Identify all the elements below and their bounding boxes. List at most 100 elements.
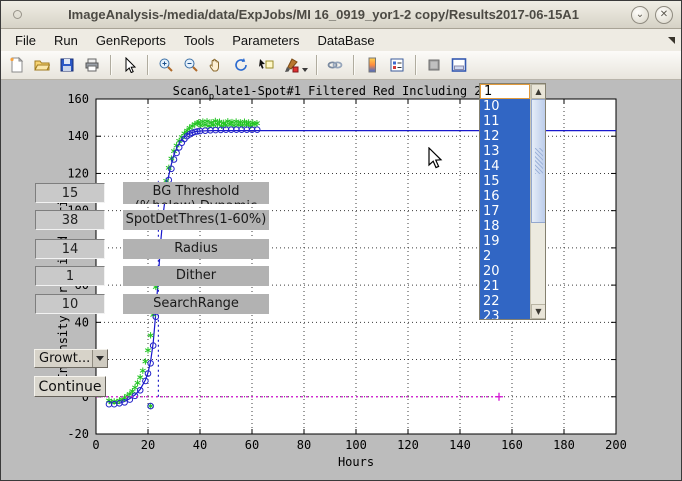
listbox-item-2[interactable]: 2: [480, 249, 530, 264]
zoom-in-icon: [158, 57, 174, 73]
bg-threshold-label-button[interactable]: BG Threshold(%below) Dynamic: [123, 182, 269, 204]
listbox-item-12[interactable]: 12: [480, 129, 530, 144]
figure-area: Scan6plate1-Spot#1 Filtered Red Includin…: [1, 80, 681, 479]
print-button[interactable]: [80, 53, 104, 77]
menu-parameters[interactable]: Parameters: [223, 31, 308, 50]
toolbar-separator: [110, 55, 111, 75]
menu-database[interactable]: DataBase: [308, 31, 383, 50]
listbox-item-17[interactable]: 17: [480, 204, 530, 219]
toolbar-separator: [147, 55, 148, 75]
plot-title-text: Scan6: [173, 84, 209, 98]
close-icon: ✕: [660, 9, 668, 20]
radius-input[interactable]: [35, 239, 105, 259]
zoom-in-button[interactable]: [154, 53, 178, 77]
toolbar: [1, 51, 681, 80]
listbox-item-13[interactable]: 13: [480, 144, 530, 159]
listbox-item-10[interactable]: 10: [480, 99, 530, 114]
growth-model-dropdown[interactable]: Growt...: [34, 349, 108, 368]
bg-threshold-input[interactable]: [35, 183, 105, 203]
dither-input[interactable]: [35, 266, 105, 286]
listbox-item-15[interactable]: 15: [480, 174, 530, 189]
listbox-item-20[interactable]: 20: [480, 264, 530, 279]
listbox-item-16[interactable]: 16: [480, 189, 530, 204]
zoom-out-button[interactable]: [179, 53, 203, 77]
new-file-button[interactable]: [5, 53, 29, 77]
x-axis-label: Hours: [338, 455, 374, 469]
rotate-3d-icon: [233, 57, 249, 73]
scroll-down-icon[interactable]: ▼: [531, 304, 546, 319]
pointer-button[interactable]: [117, 53, 141, 77]
data-cursor-button[interactable]: [254, 53, 278, 77]
menu-overflow-icon[interactable]: [668, 37, 675, 44]
scrollbar-thumb[interactable]: [531, 99, 546, 223]
continue-button[interactable]: Continue: [34, 376, 106, 397]
listbox-item-22[interactable]: 22: [480, 294, 530, 309]
scan-listbox[interactable]: 110111213141516171819220212223 ▲ ▼: [479, 83, 546, 320]
listbox-item-1[interactable]: 1: [480, 84, 530, 99]
insert-colorbar-button[interactable]: [360, 53, 384, 77]
spotdetthres-input[interactable]: [35, 210, 105, 230]
brush-dropdown-icon[interactable]: [302, 68, 308, 72]
listbox-item-19[interactable]: 19: [480, 234, 530, 249]
searchrange-input[interactable]: [35, 294, 105, 314]
listbox-item-11[interactable]: 11: [480, 114, 530, 129]
window-icon[interactable]: [13, 10, 22, 19]
listbox-item-18[interactable]: 18: [480, 219, 530, 234]
menu-bar: FileRunGenReportsToolsParametersDataBase: [1, 29, 681, 51]
open-file-icon: [34, 57, 50, 73]
hide-plot-tools-button[interactable]: [422, 53, 446, 77]
chevron-down-icon: [96, 356, 104, 361]
listbox-item-14[interactable]: 14: [480, 159, 530, 174]
x-tick-label: 100: [345, 438, 367, 452]
close-button[interactable]: ✕: [655, 6, 673, 24]
link-plots-button[interactable]: [323, 53, 347, 77]
searchrange-label-button[interactable]: SearchRange: [123, 294, 269, 314]
listbox-item-23[interactable]: 23: [480, 309, 530, 320]
y-tick-label: 140: [67, 129, 89, 143]
menu-genreports[interactable]: GenReports: [87, 31, 175, 50]
spotdetthres-label-button[interactable]: SpotDetThres(1-60%): [123, 210, 269, 230]
x-tick-label: 60: [245, 438, 259, 452]
pointer-icon: [121, 57, 137, 73]
new-file-icon: [9, 57, 25, 73]
show-plot-tools-button[interactable]: [447, 53, 471, 77]
x-tick-label: 0: [92, 438, 99, 452]
mouse-cursor-icon: [425, 147, 445, 171]
save-file-icon: [59, 57, 75, 73]
insert-legend-button[interactable]: [385, 53, 409, 77]
toolbar-separator: [353, 55, 354, 75]
menu-tools[interactable]: Tools: [175, 31, 223, 50]
menu-run[interactable]: Run: [45, 31, 87, 50]
growth-model-dropdown-label: Growt...: [35, 351, 92, 366]
x-tick-label: 200: [605, 438, 627, 452]
hide-plot-tools-icon: [426, 57, 442, 73]
brush-button[interactable]: [279, 53, 303, 77]
link-plots-icon: [327, 57, 343, 73]
listbox-item-21[interactable]: 21: [480, 279, 530, 294]
rotate-3d-button[interactable]: [229, 53, 253, 77]
scroll-up-icon[interactable]: ▲: [531, 84, 546, 99]
listbox-scrollbar[interactable]: ▲ ▼: [530, 84, 545, 319]
x-tick-label: 120: [397, 438, 419, 452]
menu-file[interactable]: File: [6, 31, 45, 50]
insert-legend-icon: [389, 57, 405, 73]
dropdown-arrow-box[interactable]: [92, 350, 107, 367]
insert-colorbar-icon: [364, 57, 380, 73]
x-tick-label: 80: [297, 438, 311, 452]
print-icon: [84, 57, 100, 73]
zoom-out-icon: [183, 57, 199, 73]
brush-icon: [283, 57, 299, 73]
y-tick-label: 120: [67, 166, 89, 180]
radius-label-button[interactable]: Radius: [123, 239, 269, 259]
dither-label-button[interactable]: Dither: [123, 266, 269, 286]
shade-button[interactable]: ⌄: [631, 6, 649, 24]
data-cursor-icon: [258, 57, 274, 73]
x-tick-label: 20: [141, 438, 155, 452]
x-tick-label: 160: [501, 438, 523, 452]
pan-button[interactable]: [204, 53, 228, 77]
toolbar-separator: [415, 55, 416, 75]
show-plot-tools-icon: [451, 57, 467, 73]
open-file-button[interactable]: [30, 53, 54, 77]
save-file-button[interactable]: [55, 53, 79, 77]
shade-icon: ⌄: [636, 9, 644, 20]
